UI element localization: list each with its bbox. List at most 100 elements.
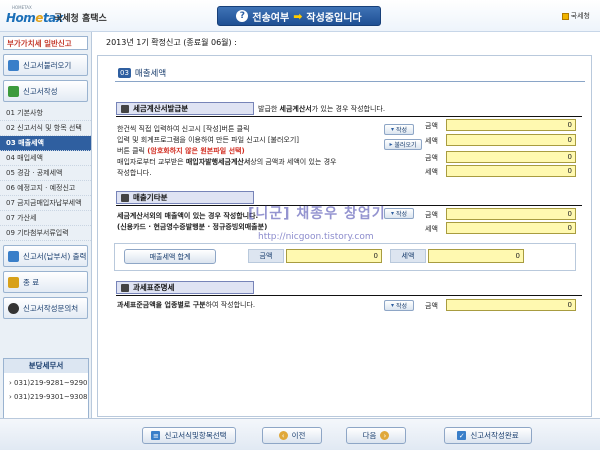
other-sales-tax-label: 세액 <box>425 225 438 233</box>
print-return-button[interactable]: 신고서(납부서) 출력 <box>3 245 88 267</box>
other-sales-amount-field[interactable]: 0 <box>446 208 576 220</box>
document-check-icon: ✓ <box>457 431 467 440</box>
sidebar-item-gold-bullion[interactable]: 07 금지금매입자납부세액 <box>0 196 91 211</box>
invoice-tax-field-2[interactable]: 0 <box>446 165 576 177</box>
other-sales-tax-field[interactable]: 0 <box>446 222 576 234</box>
other-sales-write-button[interactable]: ▾ 작성 <box>384 208 414 219</box>
section-label: 매출세액 <box>134 69 167 79</box>
invoice-line-4: 매입자로부터 교부받은 매입자발행세금계산서상의 금액과 세액이 있는 경우 <box>117 158 337 166</box>
exit-label: 종 료 <box>23 277 40 287</box>
invoice-write-button[interactable]: ▾ 작성 <box>384 124 414 135</box>
tax-base-tag-label: 과세표준명세 <box>133 283 175 292</box>
brand-title: 국세청 홈택스 <box>54 14 107 24</box>
write-return-button[interactable]: 신고서작성 <box>3 80 88 102</box>
tax-office-phone-1: › 031)219-9281~9290 <box>9 379 88 387</box>
total-tax-label: 세액 <box>390 249 426 263</box>
sidebar-item-form-select[interactable]: 02 신고서식 및 항목 선택 <box>0 121 91 136</box>
question-icon: ? <box>236 10 249 22</box>
bottom-bar: ≡ 신고서식및항목선택 ‹ 이전 다음 › ✓ 신고서작성완료 <box>0 418 600 450</box>
exit-icon <box>8 276 19 288</box>
sidebar-item-sales-tax[interactable]: 03 매출세액 <box>0 136 91 151</box>
invoice-amount-label-1: 금액 <box>425 122 438 130</box>
load-icon: ▸ <box>389 141 393 148</box>
sidebar-item-attachments[interactable]: 09 기타첨부서류입력 <box>0 226 91 241</box>
invoice-line-1: 한건씩 직접 입력하여 신고시 [작성]버튼 클릭 <box>117 125 250 133</box>
nts-label: 국세청 <box>570 12 590 20</box>
section-number: 03 <box>118 68 131 78</box>
chevron-down-icon: ▾ <box>390 126 394 133</box>
other-sales-line-2: (신용카드 · 현금영수증발행분 · 정규증빙외매출분) <box>117 223 268 231</box>
invoice-section-tag: 세금계산서발급분 <box>116 102 254 115</box>
prev-button[interactable]: ‹ 이전 <box>262 427 322 444</box>
sidebar-item-preliminary[interactable]: 06 예정고지 · 예정신고 <box>0 181 91 196</box>
tax-office-title: 분당세무서 <box>4 359 88 373</box>
section-divider <box>115 81 585 82</box>
other-sales-section-tag: 매출기타분 <box>116 191 254 204</box>
complete-return-button[interactable]: ✓ 신고서작성완료 <box>444 427 532 444</box>
chevron-left-icon: ‹ <box>278 431 288 440</box>
list-icon: ≡ <box>151 431 161 440</box>
nts-icon <box>561 12 569 20</box>
other-sales-tag-label: 매출기타분 <box>133 193 168 202</box>
total-amount-field: 0 <box>286 249 382 263</box>
load-return-label: 신고서불러오기 <box>23 60 72 70</box>
sidebar-item-penalty[interactable]: 07 가산세 <box>0 211 91 226</box>
document-icon <box>8 85 19 97</box>
phone-icon <box>8 302 19 314</box>
sidebar-title: 부가가치세 일반신고 <box>3 36 88 50</box>
sidebar: 부가가치세 일반신고 신고서불러오기 신고서작성 01 기본사항 02 신고서식… <box>0 32 92 450</box>
sidebar-item-deduction[interactable]: 05 경감 · 공제세액 <box>0 166 91 181</box>
chevron-down-icon: ▾ <box>390 210 394 217</box>
tax-office-phone-2: › 031)219-9301~9308 <box>9 393 88 401</box>
invoice-line-3: 버튼 클릭 (암호화하지 않은 원본파일 선택) <box>117 147 245 155</box>
invoice-divider <box>116 116 582 117</box>
status-banner: ? 전송여부 ➡ 작성중입니다 <box>217 6 381 26</box>
blog-watermark-url: http://nicgoon.tistory.com <box>258 232 374 242</box>
section-icon <box>121 193 129 202</box>
total-amount-label: 금액 <box>248 249 284 263</box>
load-return-button[interactable]: 신고서불러오기 <box>3 54 88 76</box>
printer-icon <box>8 250 19 262</box>
folder-icon <box>8 59 19 71</box>
invoice-amount-field-1[interactable]: 0 <box>446 119 576 131</box>
hometax-logo[interactable]: HOMETAX Hometax <box>6 5 64 28</box>
chevron-down-icon: ▾ <box>390 302 394 309</box>
other-sales-line-1: 세금계산서외의 매출액이 있는 경우 작성합니다. <box>117 212 259 220</box>
invoice-tax-field-1[interactable]: 0 <box>446 134 576 146</box>
tax-base-write-button[interactable]: ▾ 작성 <box>384 300 414 311</box>
invoice-description: 발급한 세금계산서가 있는 경우 작성합니다. <box>258 105 386 113</box>
tax-base-section-tag: 과세표준명세 <box>116 281 254 294</box>
invoice-line-2: 입력 및 회계프로그램을 이용하여 만든 파일 신고시 [불러오기] <box>117 136 300 144</box>
arrow-right-icon: ➡ <box>293 9 303 23</box>
blog-watermark: [니군] 채종우 창업기 <box>248 206 386 222</box>
invoice-tag-label: 세금계산서발급분 <box>133 104 189 113</box>
sidebar-item-basic-info[interactable]: 01 기본사항 <box>0 106 91 121</box>
write-return-label: 신고서작성 <box>23 86 58 96</box>
select-forms-button[interactable]: ≡ 신고서식및항목선택 <box>142 427 236 444</box>
exit-button[interactable]: 종 료 <box>3 271 88 293</box>
nts-badge: 국세청 <box>561 11 590 21</box>
inquiry-button[interactable]: 신고서작성문의처 <box>3 297 88 319</box>
tax-base-amount-field[interactable]: 0 <box>446 299 576 311</box>
tax-base-description: 과세표준금액을 업종별로 구분하여 작성합니다. <box>117 301 256 309</box>
invoice-amount-field-2[interactable]: 0 <box>446 151 576 163</box>
sales-tax-total-button[interactable]: 매출세액 합계 <box>124 249 216 264</box>
filing-period: 2013년 1기 확정신고 (종료월 06월) : <box>106 38 237 47</box>
next-button[interactable]: 다음 › <box>346 427 406 444</box>
tax-base-amount-label: 금액 <box>425 302 438 310</box>
invoice-load-button[interactable]: ▸ 불러오기 <box>384 139 422 150</box>
invoice-line-5: 작성합니다. <box>117 169 152 177</box>
inquiry-label: 신고서작성문의처 <box>23 303 79 313</box>
section-icon <box>121 283 129 292</box>
status-value: 작성중입니다 <box>306 12 362 24</box>
print-return-label: 신고서(납부서) 출력 <box>23 251 87 261</box>
invoice-tax-label-1: 세액 <box>425 137 438 145</box>
status-label: 전송여부 <box>252 12 290 24</box>
invoice-amount-label-2: 금액 <box>425 154 438 162</box>
tax-base-divider <box>116 295 582 296</box>
total-tax-field: 0 <box>428 249 524 263</box>
section-title: 03 매출세액 <box>115 67 585 82</box>
logo-small-text: HOMETAX <box>12 5 32 10</box>
other-sales-amount-label: 금액 <box>425 211 438 219</box>
sidebar-item-purchase-tax[interactable]: 04 매입세액 <box>0 151 91 166</box>
